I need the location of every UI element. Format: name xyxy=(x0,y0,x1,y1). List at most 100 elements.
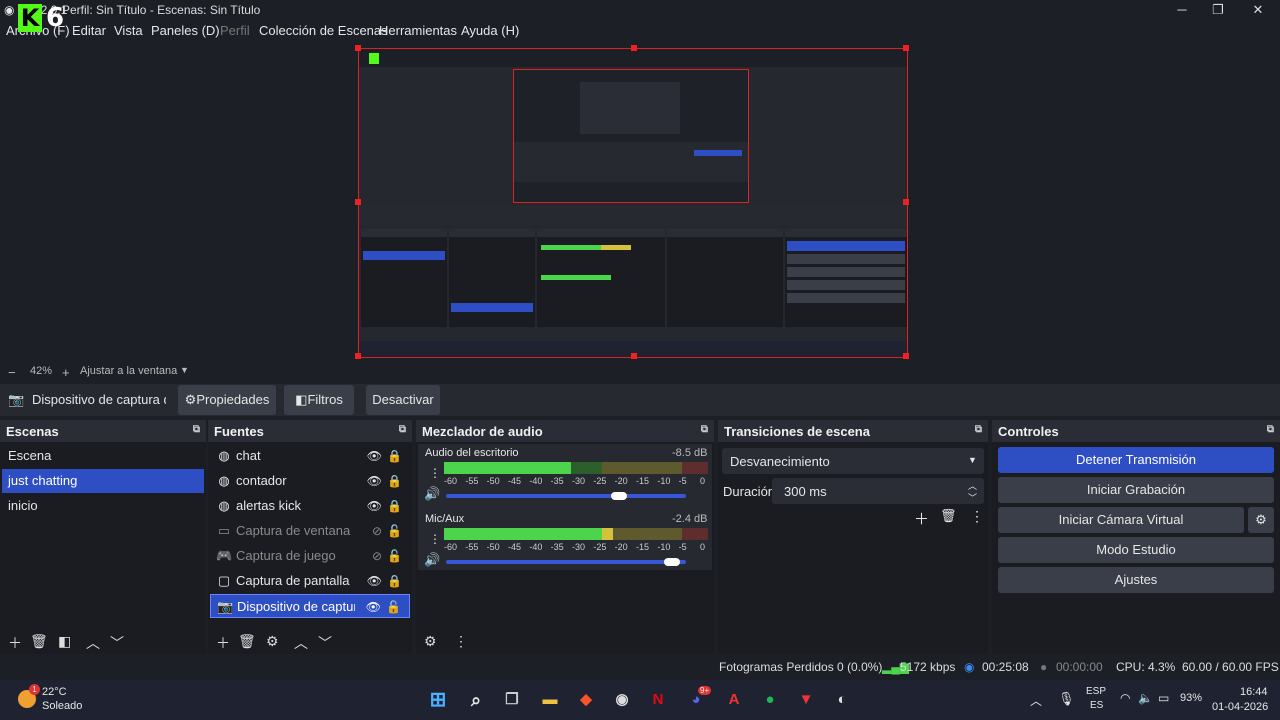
chevron-down-icon[interactable]: ▼ xyxy=(180,365,189,375)
add-icon[interactable]: ＋ xyxy=(914,508,929,529)
chevron-up-icon[interactable]: ︿ xyxy=(86,633,100,653)
add-icon[interactable]: ＋ xyxy=(8,633,22,653)
menu-paneles[interactable]: Paneles (D) xyxy=(151,23,220,38)
popout-icon[interactable]: ⧉ xyxy=(701,424,708,435)
trash-icon[interactable]: 🗑 xyxy=(30,633,48,650)
channel-menu-icon[interactable]: ⋮ xyxy=(429,532,441,546)
transition-select[interactable]: Desvanecimiento ▼ xyxy=(722,448,984,474)
scene-item-just-chatting[interactable]: just chatting xyxy=(2,469,204,493)
clock-time[interactable]: 16:44 xyxy=(1240,686,1268,698)
eye-icon[interactable]: 👁 xyxy=(367,494,382,518)
zoom-fit-select[interactable]: Ajustar a la ventana xyxy=(80,365,177,377)
stop-stream-button[interactable]: Detener Transmisión xyxy=(998,447,1274,473)
add-icon[interactable]: ＋ xyxy=(216,633,230,653)
nested-stop-button xyxy=(694,150,742,156)
microphone-icon[interactable]: 🎙 xyxy=(1058,691,1075,707)
popout-icon[interactable]: ⧉ xyxy=(1267,424,1274,435)
brave-icon[interactable]: ◆ xyxy=(574,688,598,712)
source-item[interactable]: 🎮 Captura de juego ⊘ 🔓 xyxy=(210,544,410,568)
source-item[interactable]: ◍ alertas kick 👁 🔒 xyxy=(210,494,410,518)
kebab-icon[interactable]: ⋮ xyxy=(454,633,468,650)
video-editor-icon[interactable]: ▼ xyxy=(794,688,818,712)
lock-icon[interactable]: 🔒 xyxy=(387,569,402,593)
source-item[interactable]: ◍ chat 👁 🔒 xyxy=(210,444,410,468)
unlock-icon[interactable]: 🔓 xyxy=(386,595,401,617)
obs-icon[interactable]: ◉ xyxy=(610,688,634,712)
kebab-icon[interactable]: ⋮ xyxy=(970,508,984,525)
file-explorer-icon[interactable]: ▬ xyxy=(538,688,562,712)
source-item[interactable]: ▢ Captura de pantalla 👁 🔒 xyxy=(210,569,410,593)
source-item-selected[interactable]: 📷Dispositivo de captura de video👁🔓 xyxy=(210,594,410,618)
eye-icon[interactable]: 👁 xyxy=(367,469,382,493)
source-item[interactable]: ◍ contador 👁 🔒 xyxy=(210,469,410,493)
region[interactable]: ES xyxy=(1090,700,1103,711)
eye-icon[interactable]: 👁 xyxy=(367,569,382,593)
chevron-down-icon[interactable]: ﹀ xyxy=(968,491,977,504)
language[interactable]: ESP xyxy=(1086,686,1106,697)
eye-off-icon[interactable]: ⊘ xyxy=(372,544,382,568)
minimize-button[interactable]: ─ xyxy=(1172,2,1192,17)
volume-slider[interactable] xyxy=(446,494,686,498)
volume-icon[interactable]: 🔈 xyxy=(1138,691,1153,705)
zoom-in-button[interactable]: + xyxy=(62,365,70,380)
channel-menu-icon[interactable]: ⋮ xyxy=(429,466,441,480)
settings-button[interactable]: Ajustes xyxy=(998,567,1274,593)
trash-icon[interactable]: 🗑 xyxy=(238,633,256,650)
volume-slider-knob[interactable] xyxy=(663,558,680,566)
studio-mode-button[interactable]: Modo Estudio xyxy=(998,537,1274,563)
close-button[interactable]: ✕ xyxy=(1248,2,1268,18)
battery-icon[interactable]: ▭ xyxy=(1158,691,1169,705)
chevron-down-icon[interactable]: ﹀ xyxy=(110,633,124,653)
properties-button[interactable]: ⚙Propiedades xyxy=(178,385,276,415)
menu-coleccion[interactable]: Colección de Escenas xyxy=(259,23,388,38)
speaker-icon[interactable]: 🔊 xyxy=(424,552,440,568)
popout-icon[interactable]: ⧉ xyxy=(399,424,406,435)
unlock-icon[interactable]: 🔓 xyxy=(387,519,402,543)
filters-button[interactable]: ◧Filtros xyxy=(284,385,354,415)
wifi-icon[interactable]: ◠ xyxy=(1120,691,1130,705)
adobe-icon[interactable]: A xyxy=(722,688,746,712)
scene-item-escena[interactable]: Escena xyxy=(2,444,204,468)
maximize-button[interactable]: ❐ xyxy=(1208,2,1228,18)
eye-icon[interactable]: 👁 xyxy=(366,595,381,617)
popout-icon[interactable]: ⧉ xyxy=(975,424,982,435)
chevron-up-icon[interactable]: ︿ xyxy=(294,633,308,653)
volume-slider-knob[interactable] xyxy=(610,492,627,500)
eye-icon[interactable]: 👁 xyxy=(367,444,382,468)
lock-icon[interactable]: 🔒 xyxy=(387,469,402,493)
speaker-icon[interactable]: 🔊 xyxy=(424,486,440,502)
spotify-icon[interactable]: ● xyxy=(758,688,782,712)
mixer-settings-icon[interactable]: ⚙ xyxy=(424,633,437,650)
source-item[interactable]: ▭ Captura de ventana ⊘ 🔓 xyxy=(210,519,410,543)
unlock-icon[interactable]: 🔓 xyxy=(387,544,402,568)
chevron-up-icon[interactable]: ︿ xyxy=(1030,692,1042,709)
popout-icon[interactable]: ⧉ xyxy=(193,424,200,435)
menu-herramientas[interactable]: Herramientas xyxy=(379,23,457,38)
deactivate-button[interactable]: Desactivar xyxy=(366,385,440,415)
capcut-icon[interactable]: ◐ xyxy=(830,688,854,712)
volume-slider[interactable] xyxy=(446,560,686,564)
lock-icon[interactable]: 🔒 xyxy=(387,444,402,468)
netflix-icon[interactable]: N xyxy=(646,688,670,712)
menu-vista[interactable]: Vista xyxy=(114,23,143,38)
start-virtual-cam-button[interactable]: Iniciar Cámara Virtual xyxy=(998,507,1244,533)
task-view-icon[interactable]: ❐ xyxy=(500,688,524,712)
trash-icon[interactable]: 🗑 xyxy=(940,508,957,524)
lock-icon[interactable]: 🔒 xyxy=(387,494,402,518)
start-recording-button[interactable]: Iniciar Grabación xyxy=(998,477,1274,503)
virtual-cam-settings-button[interactable]: ⚙ xyxy=(1248,507,1274,533)
filter-icon[interactable]: ◧ xyxy=(58,633,71,650)
menu-ayuda[interactable]: Ayuda (H) xyxy=(461,23,519,38)
menu-editar[interactable]: Editar xyxy=(72,23,106,38)
duration-input[interactable]: 300 ms ︿ ﹀ xyxy=(772,478,984,504)
gear-icon[interactable]: ⚙ xyxy=(266,633,279,650)
zoom-out-button[interactable]: − xyxy=(8,365,16,380)
menu-perfil[interactable]: Perfil xyxy=(220,23,250,38)
preview-canvas[interactable] xyxy=(355,45,909,359)
eye-off-icon[interactable]: ⊘ xyxy=(372,519,382,543)
scene-item-inicio[interactable]: inicio xyxy=(2,494,204,518)
clock-date[interactable]: 01-04-2026 xyxy=(1212,701,1268,713)
chevron-down-icon[interactable]: ﹀ xyxy=(318,633,332,653)
windows-start-icon[interactable]: ⊞ xyxy=(426,688,450,712)
search-icon[interactable]: ⌕ xyxy=(464,688,488,712)
